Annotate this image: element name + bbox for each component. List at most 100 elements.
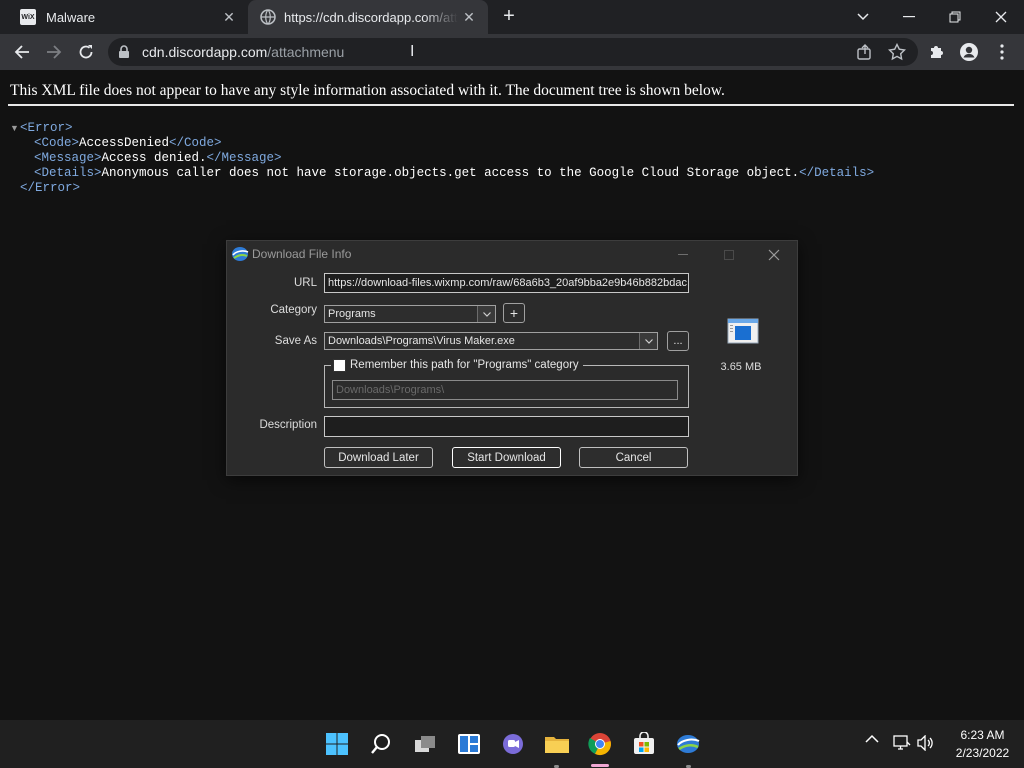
maximize-icon <box>724 250 734 260</box>
download-file-info-dialog: Download File Info URL https://download-… <box>226 240 798 476</box>
puzzle-icon <box>931 46 943 58</box>
share-icon[interactable] <box>856 43 874 61</box>
remember-path-checkbox[interactable] <box>333 358 346 372</box>
file-size: 3.65 MB <box>720 361 762 373</box>
xml-tag: </Message> <box>206 151 282 165</box>
arrow-right-icon <box>47 45 62 59</box>
screen: WiX Malware ✕ https://cdn.discordapp.com… <box>0 0 1024 768</box>
xml-tag: <Code> <box>34 136 80 150</box>
minimize-icon <box>678 254 688 255</box>
globe-icon <box>260 9 276 25</box>
tab-title: Malware <box>46 9 96 25</box>
category-value: Programs <box>328 308 376 320</box>
restore-button[interactable] <box>932 0 978 34</box>
close-icon[interactable]: ✕ <box>218 6 240 28</box>
dialog-minimize-button[interactable] <box>669 244 697 266</box>
active-app-indicator <box>591 764 609 767</box>
tab-discord-cdn[interactable]: https://cdn.discordapp.com/attachmenu ✕ <box>248 0 488 34</box>
cancel-button[interactable]: Cancel <box>579 447 688 468</box>
description-field[interactable] <box>324 416 689 437</box>
category-select[interactable]: Programs <box>324 305 496 323</box>
tab-malware[interactable]: WiX Malware ✕ <box>8 0 248 34</box>
teams-chat-icon[interactable] <box>497 728 529 760</box>
remember-path-checkbox-row[interactable]: Remember this path for "Programs" catego… <box>331 357 583 373</box>
close-window-button[interactable] <box>978 0 1024 34</box>
xml-tag: <Error> <box>20 121 73 135</box>
file-explorer-icon[interactable] <box>541 728 573 760</box>
extensions-button[interactable] <box>927 42 947 62</box>
dialog-title-bar[interactable]: Download File Info <box>227 241 797 268</box>
url-path: /attachmenu <box>267 44 345 60</box>
reload-icon <box>79 45 93 59</box>
profile-button[interactable] <box>959 42 979 62</box>
divider <box>8 104 1014 106</box>
xml-code-line: <Code>AccessDenied</Code> <box>34 136 222 150</box>
close-icon[interactable]: ✕ <box>458 6 480 28</box>
star-icon[interactable] <box>888 43 906 61</box>
wix-icon: WiX <box>20 9 36 25</box>
kebab-menu-icon <box>1000 44 1004 60</box>
address-bar[interactable]: cdn.discordapp.com/attachmenu I <box>108 38 918 66</box>
widgets-icon[interactable] <box>453 728 485 760</box>
text-cursor-icon: I <box>410 43 415 60</box>
menu-button[interactable] <box>992 42 1012 62</box>
xml-details-line: <Details>Anonymous caller does not have … <box>34 166 874 180</box>
idm-icon[interactable] <box>672 728 704 760</box>
tab-search-button[interactable] <box>840 0 886 34</box>
url-label: URL <box>293 277 317 289</box>
xml-tag: </Details> <box>799 166 875 180</box>
xml-message-line: <Message>Access denied.</Message> <box>34 151 282 165</box>
clock-date[interactable]: 2/23/2022 <box>945 746 1020 760</box>
collapse-triangle-icon[interactable]: ▼ <box>10 123 19 133</box>
browser-tab-strip: WiX Malware ✕ https://cdn.discordapp.com… <box>0 0 1024 34</box>
arrow-left-icon <box>14 45 29 59</box>
forward-button[interactable] <box>40 38 68 66</box>
lock-icon[interactable] <box>118 45 130 59</box>
start-download-button[interactable]: Start Download <box>452 447 561 468</box>
browse-button[interactable]: ... <box>667 331 689 351</box>
url-field[interactable]: https://download-files.wixmp.com/raw/68a… <box>324 273 689 293</box>
xml-message-value: Access denied. <box>101 151 207 165</box>
volume-icon[interactable] <box>917 735 935 751</box>
category-label: Category <box>270 304 317 316</box>
reload-button[interactable] <box>72 38 100 66</box>
dialog-maximize-button[interactable] <box>715 244 743 266</box>
idm-icon <box>232 247 249 261</box>
url-text[interactable]: cdn.discordapp.com/attachmenu <box>142 44 344 60</box>
profile-icon <box>960 43 978 61</box>
add-category-button[interactable]: + <box>503 303 525 323</box>
network-icon[interactable] <box>893 735 911 751</box>
download-later-button[interactable]: Download Later <box>324 447 433 468</box>
minimize-icon <box>903 16 915 18</box>
chrome-icon[interactable] <box>584 728 616 760</box>
dialog-close-button[interactable] <box>760 244 788 266</box>
remember-path-label: Remember this path for "Programs" catego… <box>350 359 579 371</box>
microsoft-store-icon[interactable] <box>628 728 660 760</box>
save-as-value: Downloads\Programs\Virus Maker.exe <box>328 335 515 347</box>
new-tab-button[interactable]: + <box>497 5 521 29</box>
xml-tag: <Message> <box>34 151 102 165</box>
xml-tag: <Details> <box>34 166 102 180</box>
close-icon <box>995 11 1007 23</box>
xml-code-value: AccessDenied <box>79 136 170 150</box>
url-host: cdn.discordapp.com <box>142 44 268 60</box>
clock-time[interactable]: 6:23 AM <box>945 728 1020 742</box>
dialog-title: Download File Info <box>252 247 352 261</box>
minimize-button[interactable] <box>886 0 932 34</box>
browser-toolbar: cdn.discordapp.com/attachmenu I <box>0 34 1024 70</box>
xml-tag: </Error> <box>20 181 81 195</box>
windows-taskbar: 6:23 AM 2/23/2022 <box>0 720 1024 768</box>
search-icon[interactable] <box>365 728 397 760</box>
xml-error-close: </Error> <box>20 181 80 195</box>
remember-path-field: Downloads\Programs\ <box>332 380 678 400</box>
windows-start-icon[interactable] <box>321 728 353 760</box>
back-button[interactable] <box>8 38 36 66</box>
close-icon <box>768 249 780 261</box>
xml-style-notice: This XML file does not appear to have an… <box>10 82 725 99</box>
save-as-label: Save As <box>274 335 317 347</box>
task-view-icon[interactable] <box>409 728 441 760</box>
save-as-select[interactable]: Downloads\Programs\Virus Maker.exe <box>324 332 658 350</box>
exe-file-icon <box>727 318 759 344</box>
xml-details-value: Anonymous caller does not have storage.o… <box>101 166 800 180</box>
chevron-up-icon[interactable] <box>865 734 879 744</box>
